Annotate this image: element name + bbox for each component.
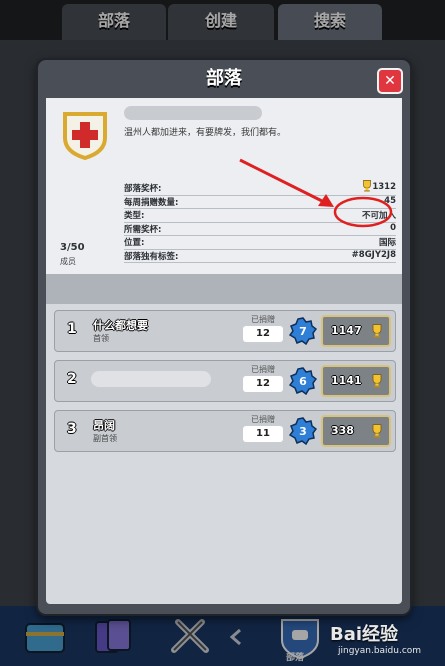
stat-label: 位置: [124,238,145,248]
member-name: 什么都想要 [93,319,148,332]
stat-row: 类型: 不可加入 [124,209,396,223]
member-trophies: 1141 [331,374,362,387]
level-star-icon: 3 [289,417,317,445]
donated-count: 12 [243,376,283,392]
member-level: 7 [299,325,307,338]
member-name-redacted [91,371,211,387]
divider-band [46,274,402,304]
member-row[interactable]: 1 什么都想要 首领 已捐赠 12 7 1147 [54,310,396,352]
watermark-logo: Bai经验 [330,624,399,645]
member-rank: 2 [67,371,77,387]
watermark-url: jingyan.baidu.com [338,646,422,656]
member-rank: 1 [67,321,77,337]
stat-row: 每周捐赠数量: 45 [124,195,396,209]
donated-count: 11 [243,426,283,442]
stat-label: 所需奖杯: [124,224,162,235]
stat-row: 部落独有标签: #8GJY2J8 [124,249,396,263]
stat-value: #8GJY2J8 [351,249,396,260]
members-label: 成员 [60,257,76,266]
trophy-icon [372,374,382,388]
stat-label: 类型: [124,211,145,221]
clan-info: 温州人都加进来，有要牌发，我们都有。 部落奖杯: 1312 每周捐赠数量: 45… [46,98,402,274]
dialog-title: 部落 [206,68,242,89]
member-trophies: 1147 [331,324,362,337]
member-role: 副首领 [93,434,117,443]
member-row[interactable]: 2 已捐赠 12 6 1141 [54,360,396,402]
donated-label: 已捐赠 [251,415,275,424]
clan-badge-icon [63,112,107,160]
stat-value: 45 [384,195,396,206]
stat-row: 所需奖杯: 0 [124,222,396,236]
stat-value: 国际 [378,238,396,248]
level-star-icon: 7 [289,317,317,345]
level-star-icon: 6 [289,367,317,395]
donated-count: 12 [243,326,283,342]
clan-panel: 温州人都加进来，有要牌发，我们都有。 部落奖杯: 1312 每周捐赠数量: 45… [46,98,402,604]
member-trophy-box: 338 [321,415,391,447]
member-row[interactable]: 3 昂阔 副首领 已捐赠 11 3 338 [54,410,396,452]
member-name: 昂阔 [93,419,115,432]
member-rank: 3 [67,421,77,437]
clan-dialog: 部落 ✕ 温州人都加进来，有要牌发，我们都有。 部落奖杯: 1312 每周捐赠数… [36,58,412,616]
member-role: 首领 [93,334,109,343]
stat-value-type: 不可加入 [361,211,396,221]
donated-label: 已捐赠 [251,365,275,374]
stat-value: 0 [390,222,396,233]
member-trophies: 338 [331,424,354,437]
clan-name-redacted [124,106,262,120]
stat-row: 部落奖杯: 1312 [124,180,396,196]
member-trophy-box: 1147 [321,315,391,347]
member-trophy-box: 1141 [321,365,391,397]
close-button[interactable]: ✕ [377,68,403,94]
clan-stats: 部落奖杯: 1312 每周捐赠数量: 45 类型: 不可加入 所需奖杯: 0 位… [124,180,396,263]
stat-label: 每周捐赠数量: [124,197,179,208]
trophy-icon [372,324,382,338]
member-level: 3 [299,425,307,438]
clan-description: 温州人都加进来，有要牌发，我们都有。 [124,128,287,138]
stat-label: 部落独有标签: [124,251,179,262]
stat-value: 1312 [372,182,396,192]
stat-label: 部落奖杯: [124,184,162,194]
stat-row: 位置: 国际 [124,236,396,250]
donated-label: 已捐赠 [251,315,275,324]
members-count: 3/50 [60,242,85,253]
member-level: 6 [299,375,307,388]
trophy-icon [372,424,382,438]
